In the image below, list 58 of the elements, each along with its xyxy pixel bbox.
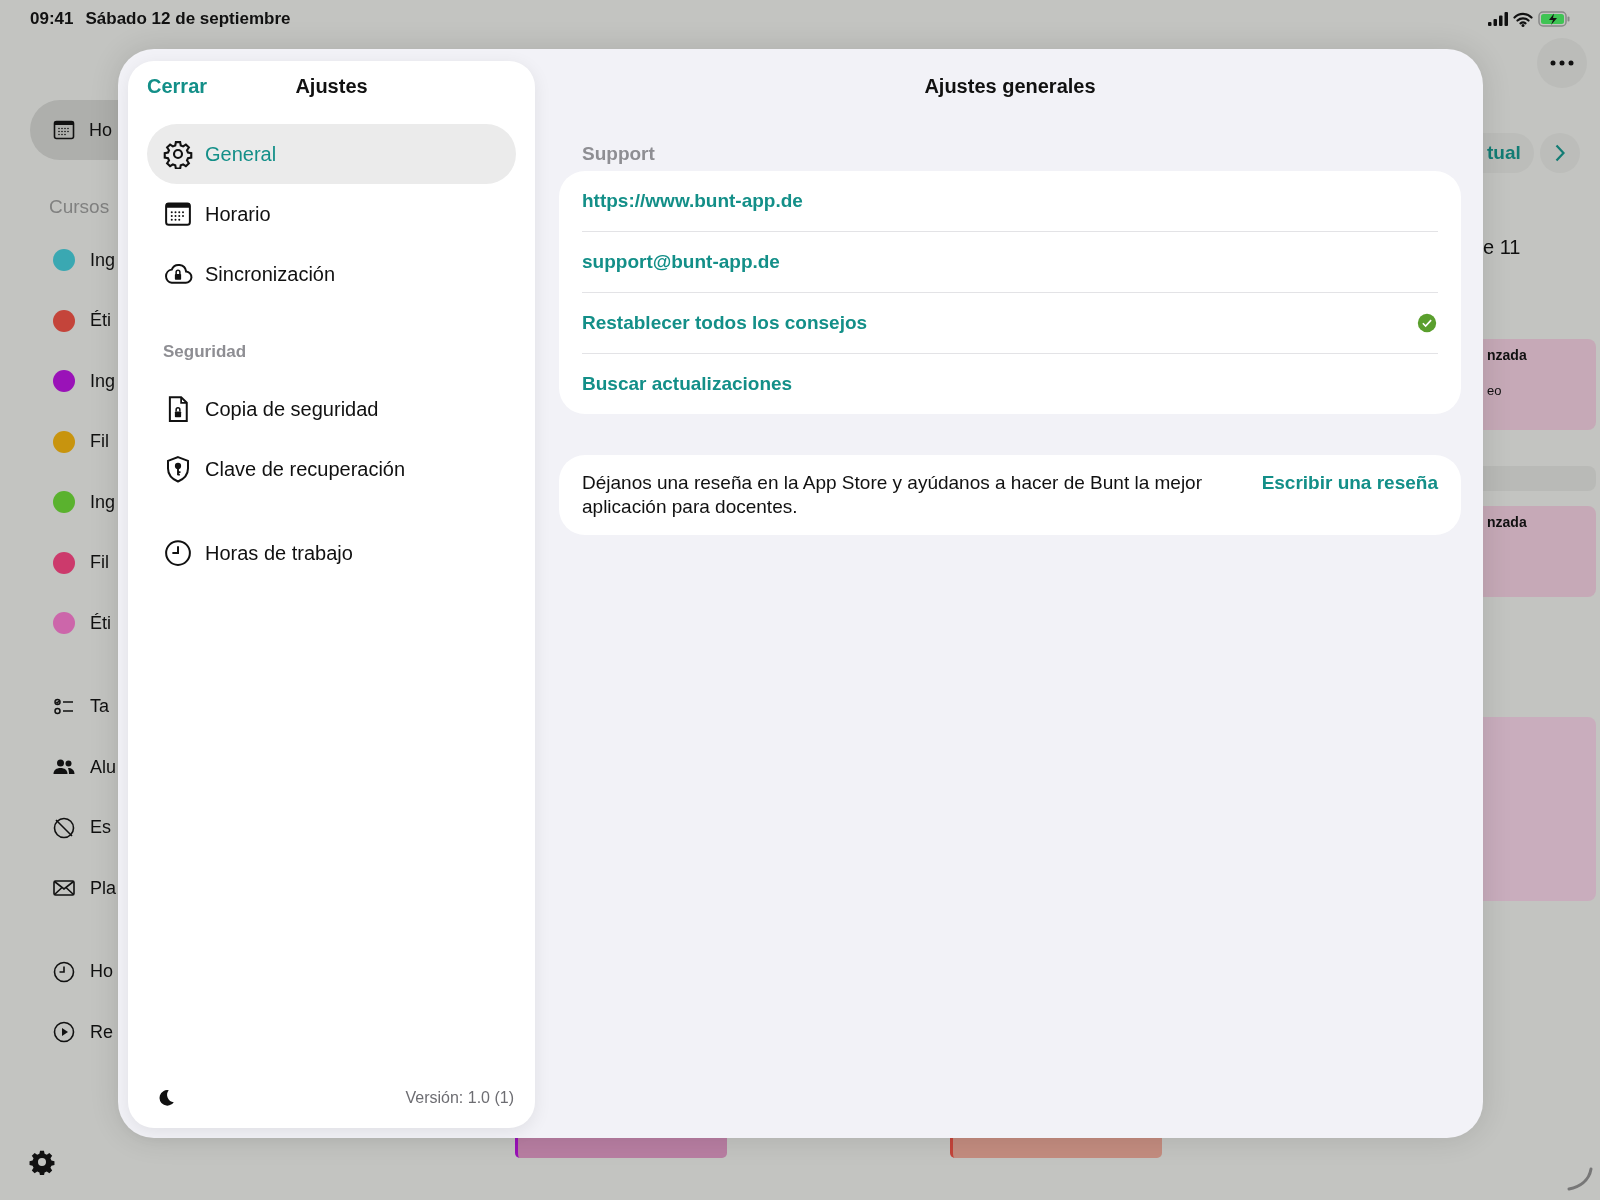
course-item[interactable]: Fil	[0, 532, 118, 593]
settings-row[interactable]: support@bunt-app.de	[582, 231, 1438, 292]
signal-icon	[1488, 12, 1508, 26]
more-button[interactable]	[1537, 38, 1587, 88]
event-subtitle: eo	[1487, 383, 1503, 398]
link[interactable]: support@bunt-app.de	[582, 251, 780, 273]
prohibited-icon	[52, 815, 76, 840]
sidebar-item[interactable]: Re	[0, 1002, 118, 1063]
sidebar-item[interactable]: Es	[0, 797, 118, 858]
status-date: Sábado 12 de septiembre	[85, 9, 291, 29]
link[interactable]: https://www.bunt-app.de	[582, 190, 803, 212]
event-title: nzada	[1487, 347, 1528, 363]
sidebar-item[interactable]: Pla	[0, 858, 118, 919]
calendar-icon	[163, 199, 193, 229]
detail-title: Ajustes generales	[923, 73, 1097, 99]
clock-icon	[52, 959, 76, 984]
link[interactable]: Buscar actualizaciones	[582, 373, 793, 395]
day-heading: e 11	[1483, 236, 1521, 259]
course-item[interactable]: Éti	[0, 593, 118, 654]
section-header: Support	[582, 143, 656, 166]
event-card[interactable]: nzada	[1483, 506, 1596, 597]
course-item[interactable]: Ing	[0, 351, 118, 412]
section-header: Seguridad	[162, 341, 248, 363]
play-icon	[52, 1020, 76, 1045]
wifi-icon	[1513, 11, 1533, 27]
settings-icon[interactable]	[29, 1149, 55, 1175]
course-item[interactable]: Ing	[0, 230, 118, 291]
nav-item[interactable]: Sincronización	[147, 244, 516, 304]
nav-item[interactable]: Clave de recuperación	[147, 439, 516, 499]
link[interactable]: Restablecer todos los consejos	[582, 312, 868, 334]
nav-item[interactable]: Horas de trabajo	[147, 523, 516, 583]
course-item[interactable]: Éti	[0, 290, 118, 351]
nav-item[interactable]: Horario	[147, 184, 516, 244]
section-header: Cursos	[49, 196, 111, 218]
version-label: Versión: 1.0 (1)	[405, 1089, 514, 1107]
curve-icon	[1567, 1166, 1593, 1192]
event-card[interactable]: nzada eo	[1483, 339, 1596, 430]
sidebar-item[interactable]: Ho	[30, 100, 118, 160]
event-title: nzada	[1487, 514, 1528, 530]
review-text: Déjanos una reseña en la App Store y ayúdanos a hacer de Bunt la mejor aplicación para docentes.	[582, 471, 1203, 519]
course-item[interactable]: Ing	[0, 472, 118, 533]
sidebar-item[interactable]: Alu	[0, 737, 118, 798]
gear-icon	[163, 139, 193, 169]
sidebar-item[interactable]: Ho	[0, 941, 118, 1002]
sidebar-item[interactable]: Ta	[0, 676, 118, 737]
panel-title: Ajustes	[295, 74, 368, 98]
calendar-icon	[52, 118, 76, 142]
review-button[interactable]: Escribir una reseña	[1261, 471, 1438, 495]
more-icon	[1550, 60, 1574, 66]
close-button[interactable]: Cerrar	[147, 74, 208, 98]
status-time: 09:41	[30, 9, 74, 29]
battery-icon	[1538, 11, 1570, 27]
settings-row[interactable]: https://www.bunt-app.de	[582, 171, 1438, 231]
clock-icon	[163, 538, 193, 568]
course-item[interactable]: Fil	[0, 411, 118, 472]
nav-item[interactable]: Copia de seguridad	[147, 379, 516, 439]
settings-row[interactable]: Buscar actualizaciones	[582, 353, 1438, 414]
chevron-right-icon	[1554, 144, 1565, 162]
